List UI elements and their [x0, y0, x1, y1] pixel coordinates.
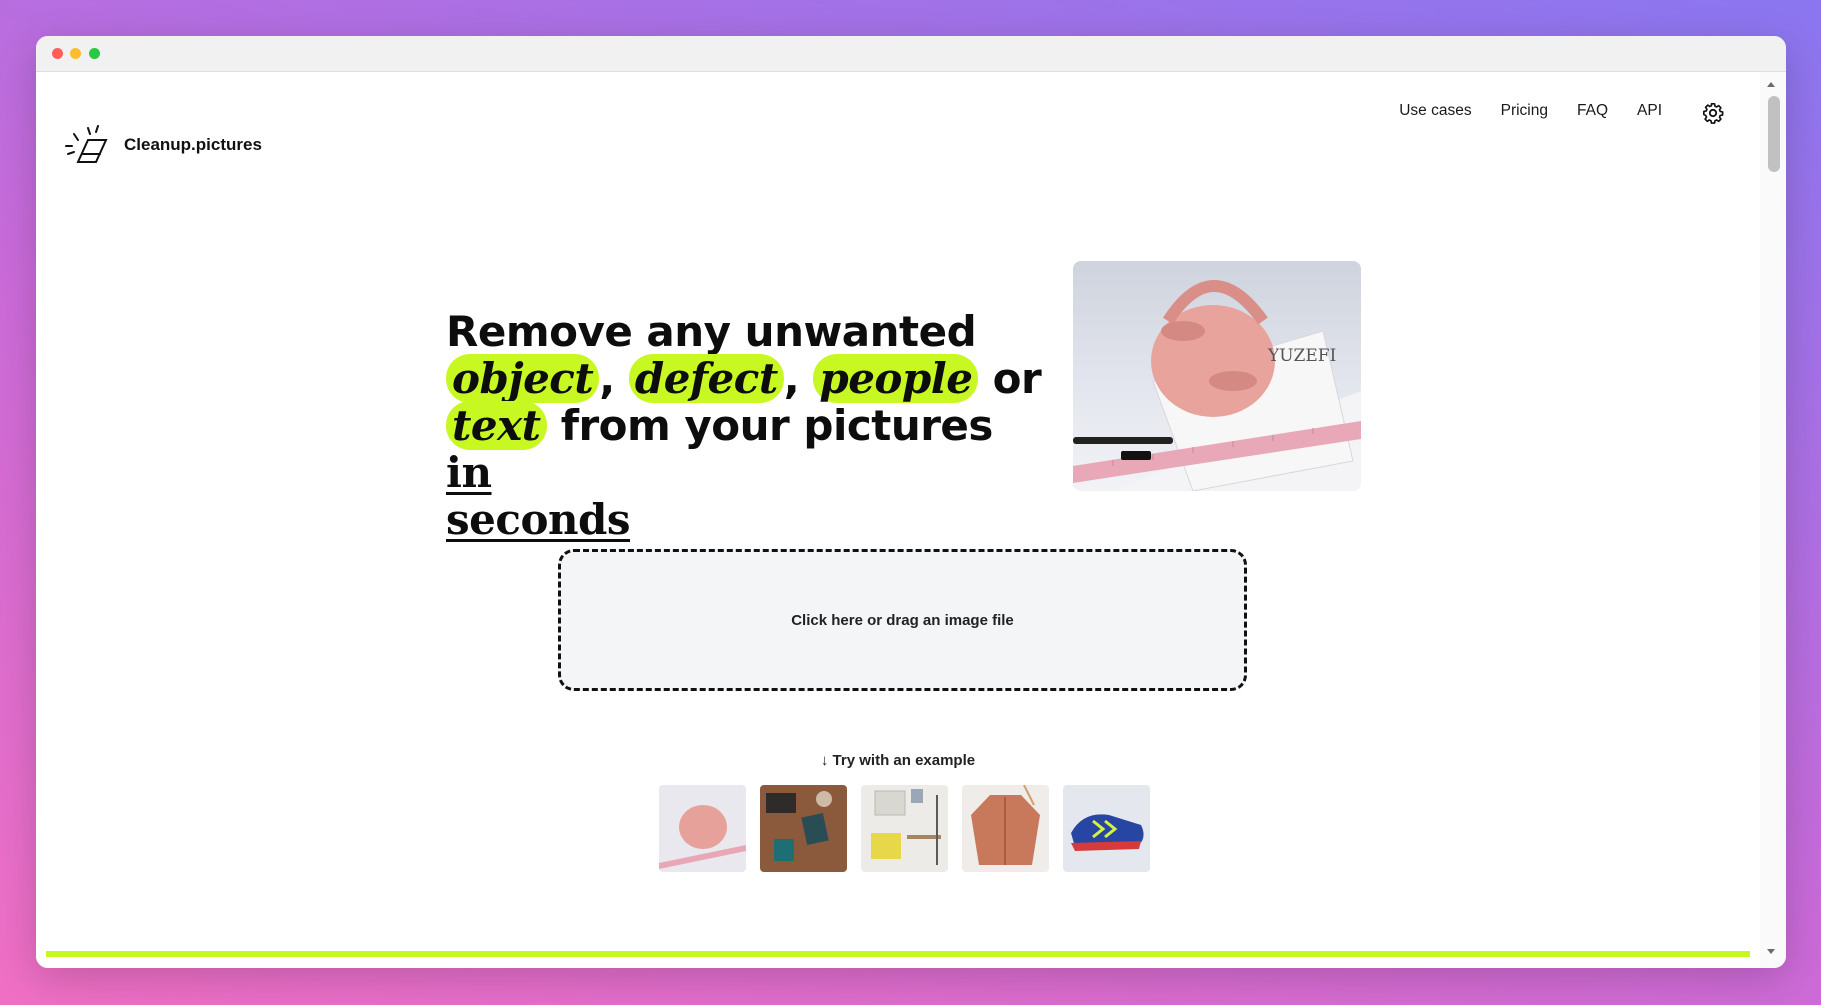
- browser-window: Cleanup.pictures Use cases Pricing FAQ A…: [36, 36, 1786, 968]
- maximize-window-button[interactable]: [89, 48, 100, 59]
- close-window-button[interactable]: [52, 48, 63, 59]
- highlight-text: text: [446, 401, 547, 450]
- brand-name: Cleanup.pictures: [124, 135, 262, 154]
- highlight-defect: defect: [628, 354, 784, 403]
- top-nav: Use cases Pricing FAQ API: [1399, 102, 1662, 120]
- example-handbag[interactable]: [659, 785, 746, 872]
- headline-comma: ,: [783, 354, 800, 403]
- nav-api[interactable]: API: [1637, 102, 1662, 120]
- example-sneaker[interactable]: [1063, 785, 1150, 872]
- scrollbar-thumb[interactable]: [1768, 96, 1780, 172]
- scroll-down-arrow-icon[interactable]: [1767, 949, 1775, 954]
- svg-text:YUZEFI: YUZEFI: [1267, 346, 1336, 366]
- hero-image: YUZEFI: [1073, 261, 1361, 491]
- nav-pricing[interactable]: Pricing: [1501, 102, 1548, 120]
- hero-headline: Remove any unwanted object, defect, peop…: [446, 308, 1046, 543]
- gear-icon[interactable]: [1702, 102, 1724, 124]
- window-titlebar: [36, 36, 1786, 72]
- progress-bar: [46, 951, 1750, 957]
- example-jacket[interactable]: [962, 785, 1049, 872]
- eraser-icon: [64, 124, 110, 166]
- brand-logo[interactable]: Cleanup.pictures: [64, 124, 262, 166]
- headline-comma: ,: [599, 354, 615, 403]
- image-dropzone[interactable]: Click here or drag an image file: [558, 549, 1247, 691]
- dropzone-label: Click here or drag an image file: [791, 611, 1014, 629]
- headline-line1: Remove any unwanted: [446, 307, 977, 356]
- minimize-window-button[interactable]: [70, 48, 81, 59]
- scroll-up-arrow-icon[interactable]: [1767, 82, 1775, 87]
- page-content: Cleanup.pictures Use cases Pricing FAQ A…: [36, 72, 1760, 968]
- headline-middle: from your pictures: [560, 401, 994, 450]
- example-thumbnails: [659, 785, 1150, 872]
- highlight-object: object: [446, 354, 600, 403]
- highlight-people: people: [813, 354, 979, 403]
- underline-seconds: seconds: [446, 495, 631, 544]
- headline-or: or: [992, 354, 1042, 403]
- examples-title: ↓ Try with an example: [820, 752, 976, 769]
- example-desk[interactable]: [760, 785, 847, 872]
- nav-use-cases[interactable]: Use cases: [1399, 102, 1471, 120]
- underline-in: in: [446, 448, 492, 497]
- example-room[interactable]: [861, 785, 948, 872]
- page-scrollbar[interactable]: [1760, 72, 1786, 968]
- nav-faq[interactable]: FAQ: [1577, 102, 1608, 120]
